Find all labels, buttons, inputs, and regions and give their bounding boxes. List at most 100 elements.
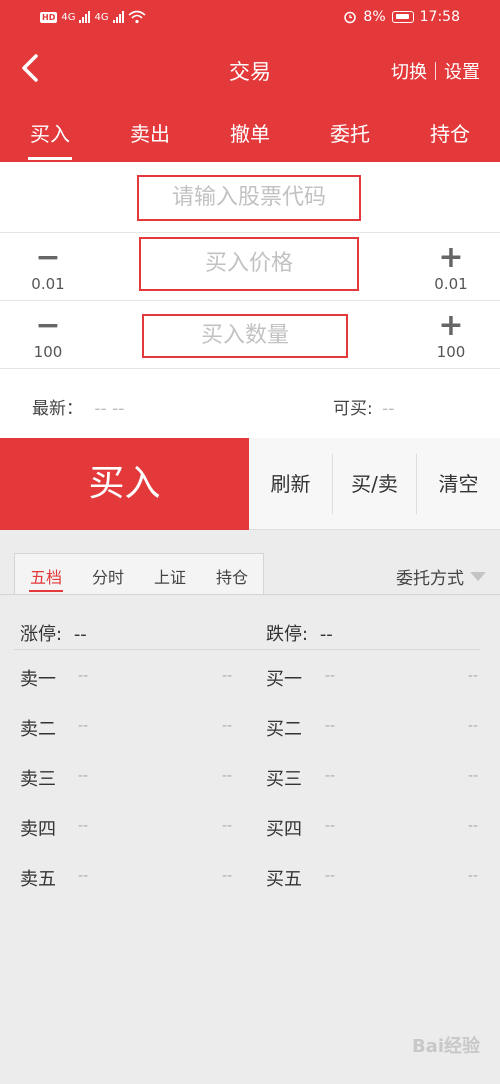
sell-level-price: --: [78, 818, 89, 834]
price-minus-step: 0.01: [31, 275, 65, 293]
latest-label: 最新：: [32, 399, 83, 419]
buy-level-price: --: [325, 718, 336, 734]
settings-button[interactable]: 设置: [444, 58, 480, 84]
market-subtabs: 五档 分时 上证 持仓: [14, 553, 264, 595]
network-label-1: 4G: [61, 11, 76, 23]
sell-level-price: --: [78, 868, 89, 884]
wifi-icon: [128, 10, 146, 24]
status-left: HD 4G 4G: [40, 10, 146, 24]
dropdown-arrow-icon: [470, 572, 486, 581]
buy-level-price: --: [325, 768, 336, 784]
header-divider: [435, 62, 436, 80]
minus-icon: −: [35, 240, 61, 275]
sell-level-volume: --: [222, 718, 233, 734]
order-type-label: 委托方式: [396, 569, 464, 589]
status-right: 8% 17:58: [343, 9, 460, 25]
buy-level-label: 买四: [266, 819, 302, 840]
tab-sell[interactable]: 卖出: [100, 100, 200, 162]
latest-price: 最新： -- --: [32, 394, 124, 419]
minus-icon: −: [35, 308, 61, 343]
buy-level-price: --: [325, 868, 336, 884]
switch-button[interactable]: 切换: [391, 58, 427, 84]
title-bar: 交易 切换 设置: [0, 38, 500, 100]
stock-code-row: 请输入股票代码: [0, 162, 500, 233]
network-label-2: 4G: [94, 11, 109, 23]
buy-level-volume: --: [468, 768, 479, 784]
price-input[interactable]: 买入价格: [139, 237, 359, 291]
price-row: − 0.01 买入价格 + 0.01: [0, 233, 500, 301]
battery-icon: [391, 11, 414, 23]
buy-level-volume: --: [468, 718, 479, 734]
buy-sell-button[interactable]: 买/卖: [333, 438, 416, 530]
subtab-positions[interactable]: 持仓: [201, 554, 263, 595]
signal-icon: [79, 11, 91, 23]
alarm-icon: [344, 11, 357, 24]
sell-level-volume: --: [222, 768, 233, 784]
hd-badge: HD: [40, 11, 58, 23]
sell-level-price: --: [78, 768, 89, 784]
order-form: 请输入股票代码 − 0.01 买入价格 + 0.01 − 100 买入数量 + …: [0, 162, 500, 438]
divider: [0, 594, 500, 595]
limit-down-label: 跌停:: [266, 624, 309, 645]
limit-up: 涨停: --: [20, 620, 87, 646]
price-minus-button[interactable]: − 0.01: [18, 240, 78, 294]
buy-level-volume: --: [468, 818, 479, 834]
limit-up-value: --: [73, 624, 87, 645]
price-plus-button[interactable]: + 0.01: [421, 240, 481, 294]
tab-positions[interactable]: 持仓: [400, 100, 500, 162]
sell-level-volume: --: [222, 668, 233, 684]
buy-level-price: --: [325, 668, 336, 684]
sell-level-label: 卖三: [20, 769, 56, 790]
buy-level-label: 买五: [266, 869, 302, 890]
buy-level-label: 买二: [266, 719, 302, 740]
watermark: Bai经验: [411, 1036, 480, 1057]
price-plus-step: 0.01: [434, 275, 468, 293]
quantity-plus-button[interactable]: + 100: [421, 308, 481, 362]
sell-level-label: 卖四: [20, 819, 56, 840]
buyable-amount: 可买: --: [333, 394, 394, 419]
limit-down-value: --: [319, 624, 333, 645]
buyable-value: --: [382, 399, 395, 419]
plus-icon: +: [438, 240, 464, 275]
clear-button[interactable]: 清空: [417, 438, 500, 530]
latest-value: -- --: [94, 399, 125, 419]
clock: 17:58: [419, 9, 460, 25]
order-type-dropdown[interactable]: 委托方式: [396, 564, 486, 589]
quantity-plus-step: 100: [436, 343, 466, 361]
limit-down: 跌停: --: [266, 620, 333, 646]
signal-icon-2: [112, 11, 124, 23]
quantity-row: − 100 买入数量 + 100: [0, 301, 500, 369]
battery-percent: 8%: [363, 9, 386, 25]
action-bar: 买入 刷新 买/卖 清空: [0, 438, 500, 530]
subtab-sh-index[interactable]: 上证: [139, 554, 201, 595]
buy-level-label: 买一: [266, 669, 302, 690]
tab-cancel[interactable]: 撤单: [200, 100, 300, 162]
limit-up-label: 涨停:: [20, 624, 63, 645]
refresh-button[interactable]: 刷新: [249, 438, 332, 530]
buy-button[interactable]: 买入: [0, 438, 249, 530]
sell-level-volume: --: [222, 868, 233, 884]
tab-buy[interactable]: 买入: [0, 100, 100, 162]
plus-icon: +: [438, 308, 464, 343]
subtab-level5[interactable]: 五档: [15, 554, 77, 595]
sell-level-volume: --: [222, 818, 233, 834]
subtab-intraday[interactable]: 分时: [77, 554, 139, 595]
buyable-label: 可买:: [333, 399, 373, 419]
status-bar: HD 4G 4G 8% 17:58: [0, 0, 500, 38]
buy-level-volume: --: [468, 868, 479, 884]
quantity-input[interactable]: 买入数量: [142, 314, 348, 358]
sell-level-label: 卖一: [20, 669, 56, 690]
buy-level-label: 买三: [266, 769, 302, 790]
tab-orders[interactable]: 委托: [300, 100, 400, 162]
header-actions: 切换 设置: [391, 58, 480, 84]
buy-level-volume: --: [468, 668, 479, 684]
buy-level-price: --: [325, 818, 336, 834]
divider: [14, 649, 480, 650]
quantity-minus-button[interactable]: − 100: [18, 308, 78, 362]
sell-level-label: 卖二: [20, 719, 56, 740]
stock-code-input[interactable]: 请输入股票代码: [137, 175, 361, 221]
quantity-minus-step: 100: [33, 343, 63, 361]
sell-level-label: 卖五: [20, 869, 56, 890]
trade-tabs: 买入 卖出 撤单 委托 持仓: [0, 100, 500, 162]
sell-level-price: --: [78, 718, 89, 734]
